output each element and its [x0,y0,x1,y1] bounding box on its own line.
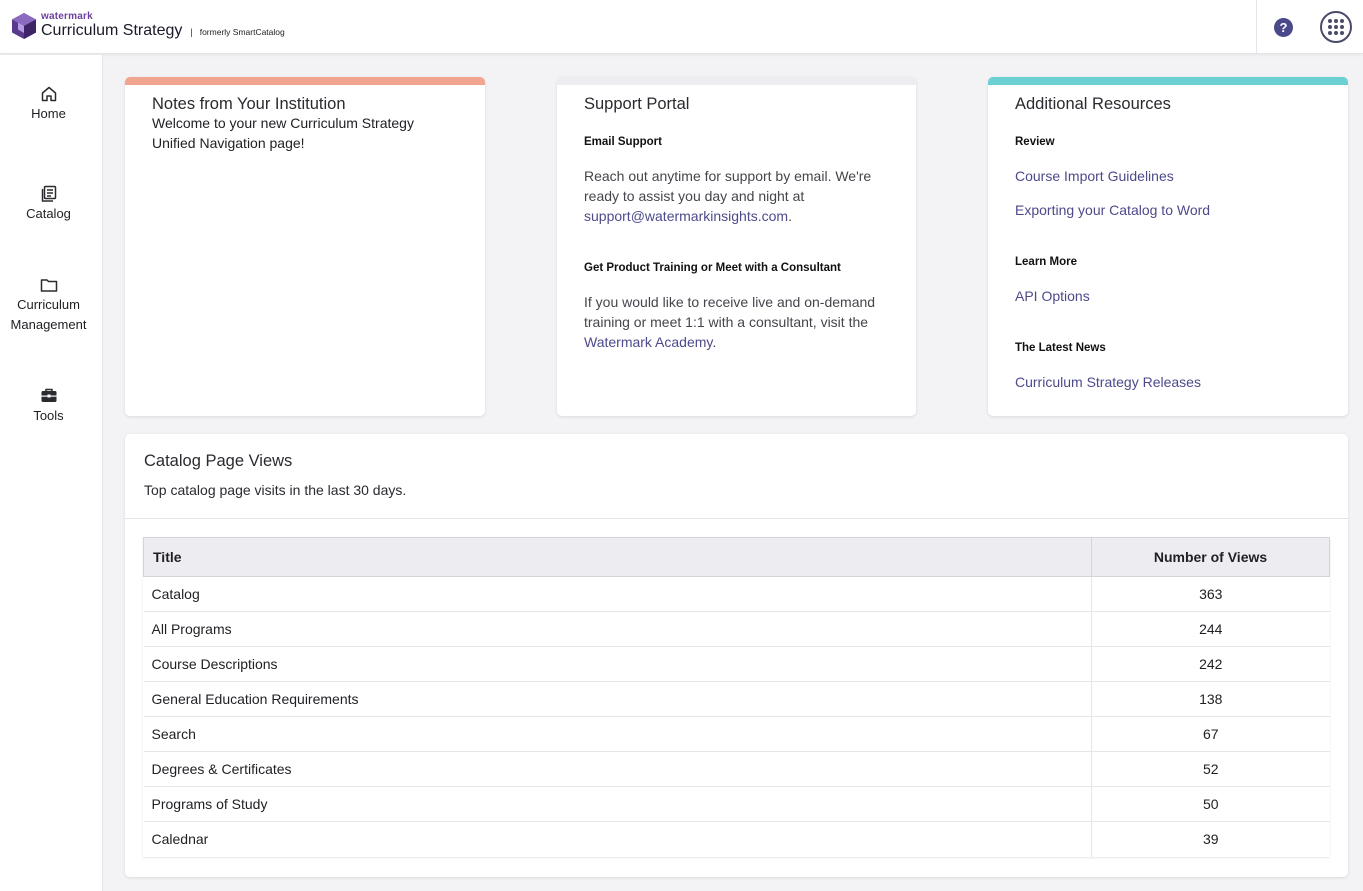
api-options-link[interactable]: API Options [1015,286,1090,306]
toolbox-icon [41,388,56,402]
resources-title: Additional Resources [1015,95,1171,113]
catalog-page-views-card: Catalog Page Views Top catalog page visi… [125,434,1348,877]
sidebar-item-label: Curriculum Management [10,297,87,332]
resources-accent-bar [988,77,1348,85]
section-divider [125,518,1348,519]
email-support-body: Reach out anytime for support by email. … [584,168,872,204]
row-views: 52 [1091,751,1330,787]
sidebar-item-tools[interactable]: Tools [0,387,97,426]
page-views-title: Catalog Page Views [144,452,293,470]
training-body: If you would like to receive live and on… [584,294,876,330]
support-title: Support Portal [584,95,690,113]
notes-body: Welcome to your new Curriculum Strategy … [152,115,414,151]
sidebar-item-curriculum-management[interactable]: Curriculum Management [0,276,97,335]
table-row: General Education Requirements 138 [143,681,1330,717]
training-text: If you would like to receive live and on… [584,292,896,352]
question-mark-icon: ? [1279,20,1288,35]
row-title: Course Descriptions [143,646,1092,682]
row-title: All Programs [143,611,1092,647]
table-row: Degrees & Certificates 52 [143,751,1330,787]
sidebar-item-label: Tools [33,408,64,423]
app-logo[interactable]: watermark Curriculum Strategy | formerly… [12,12,285,39]
curriculum-strategy-releases-link[interactable]: Curriculum Strategy Releases [1015,372,1201,392]
watermark-academy-link[interactable]: Watermark Academy [584,334,712,350]
review-heading: Review [1015,136,1055,148]
brand-product: Curriculum Strategy [41,22,183,39]
row-views: 242 [1091,646,1330,682]
page-views-description: Top catalog page visits in the last 30 d… [144,482,407,498]
column-header-title[interactable]: Title [143,537,1092,577]
course-import-guidelines-link[interactable]: Course Import Guidelines [1015,166,1174,186]
row-title: Catalog [143,576,1092,612]
email-support-period: . [788,208,792,224]
row-views: 39 [1091,821,1330,857]
sidebar-item-home[interactable]: Home [0,85,97,124]
training-heading: Get Product Training or Meet with a Cons… [584,262,841,274]
brand-separator: | [190,27,193,37]
latest-news-heading: The Latest News [1015,342,1106,354]
table-header-row: Title Number of Views [143,537,1330,577]
top-header: watermark Curriculum Strategy | formerly… [0,0,1363,54]
header-divider [1256,0,1257,54]
page-views-table: Title Number of Views Catalog 363 All Pro… [143,537,1330,857]
row-views: 138 [1091,681,1330,717]
notes-accent-bar [125,77,485,85]
folder-icon [40,279,57,292]
grid-icon [1328,19,1344,35]
email-support-heading: Email Support [584,136,662,148]
book-icon [41,185,56,202]
table-row: Catalog 363 [143,576,1330,612]
sidebar-item-catalog[interactable]: Catalog [0,185,97,224]
home-icon [41,86,56,102]
table-row: Course Descriptions 242 [143,646,1330,682]
brand-small: watermark [41,11,93,22]
sidebar-item-label: Home [31,106,66,121]
row-title: Calednar [143,821,1092,857]
exporting-catalog-link[interactable]: Exporting your Catalog to Word [1015,200,1210,220]
email-support-text: Reach out anytime for support by email. … [584,166,896,226]
row-title: Programs of Study [143,786,1092,822]
brand-formerly: formerly SmartCatalog [199,27,285,37]
table-row: Calednar 39 [143,821,1330,857]
row-views: 244 [1091,611,1330,647]
column-header-views[interactable]: Number of Views [1091,537,1330,577]
support-email-link[interactable]: support@watermarkinsights.com [584,208,788,224]
row-views: 363 [1091,576,1330,612]
notes-title: Notes from Your Institution [152,95,346,113]
row-title: Degrees & Certificates [143,751,1092,787]
row-title: Search [143,716,1092,752]
support-card: Support Portal Email Support Reach out a… [557,77,916,416]
help-button[interactable]: ? [1274,18,1293,37]
support-accent-bar [557,77,916,85]
training-period: . [712,334,717,350]
table-row: All Programs 244 [143,611,1330,647]
row-views: 67 [1091,716,1330,752]
sidebar-item-label: Catalog [26,206,71,221]
row-title: General Education Requirements [143,681,1092,717]
row-views: 50 [1091,786,1330,822]
watermark-logo-icon [12,13,36,39]
table-row: Programs of Study 50 [143,786,1330,822]
resources-card: Additional Resources Review Course Impor… [988,77,1348,416]
notes-card: Notes from Your Institution Welcome to y… [125,77,485,416]
learn-more-heading: Learn More [1015,256,1077,268]
table-row: Search 67 [143,716,1330,752]
app-switcher-button[interactable] [1320,11,1352,43]
sidebar-nav: Home Catalog Curriculum Management Tools [0,55,103,891]
